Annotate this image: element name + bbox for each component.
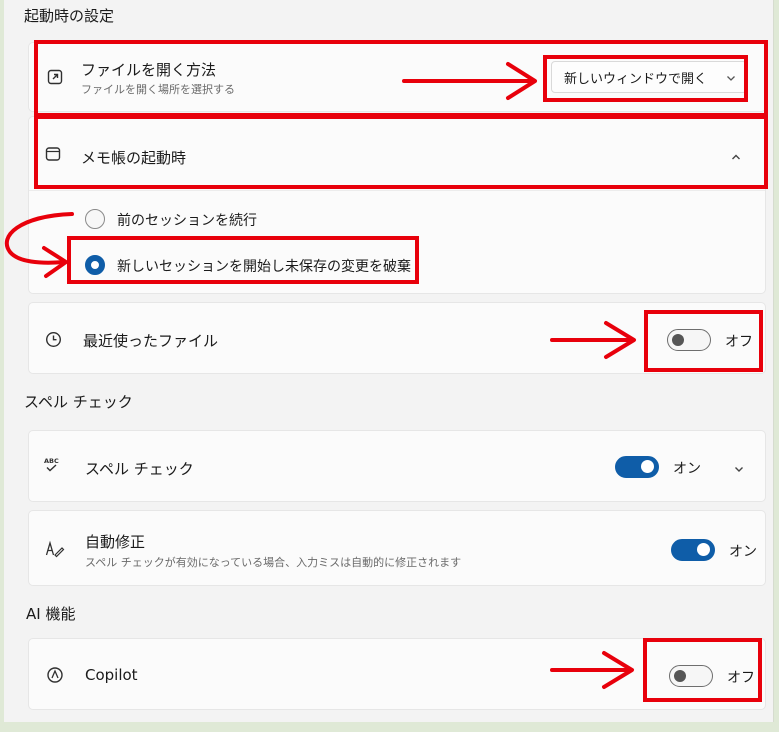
- autocorrect-toggle[interactable]: [671, 539, 715, 561]
- toggle-knob: [641, 460, 654, 473]
- autocorrect-subtitle: スペル チェックが有効になっている場合、入力ミスは自動的に修正されます: [85, 556, 462, 569]
- spell-check-state: オン: [673, 461, 701, 477]
- copilot-icon: [45, 665, 65, 685]
- radio-continue-session-label: 前のセッションを続行: [117, 213, 257, 229]
- abc-check-icon: ABC: [43, 455, 63, 475]
- annotation-box-copilot-toggle: [643, 638, 762, 702]
- annotation-box-dropdown: [543, 55, 748, 102]
- spell-check-card[interactable]: ABC スペル チェック オン: [28, 430, 766, 502]
- autocorrect-card: 自動修正 スペル チェックが有効になっている場合、入力ミスは自動的に修正されます…: [28, 510, 766, 586]
- autocorrect-state: オン: [729, 544, 757, 560]
- recent-files-title: 最近使ったファイル: [83, 332, 219, 350]
- annotation-box-recent-toggle: [644, 310, 763, 372]
- svg-text:ABC: ABC: [44, 457, 59, 465]
- clock-icon: [43, 329, 63, 349]
- section-title-startup: 起動時の設定: [24, 7, 115, 25]
- toggle-knob: [697, 543, 710, 556]
- copilot-title: Copilot: [85, 666, 138, 684]
- annotation-box-new-session: [67, 236, 419, 284]
- radio-continue-session[interactable]: [85, 209, 105, 229]
- chevron-down-icon[interactable]: [732, 461, 746, 475]
- section-title-spellcheck: スペル チェック: [24, 393, 133, 411]
- annotation-box-notepad-startup: [34, 115, 768, 189]
- spell-check-title: スペル チェック: [85, 460, 194, 478]
- pen-autocorrect-icon: [45, 539, 65, 559]
- section-title-ai: AI 機能: [26, 605, 76, 623]
- autocorrect-title: 自動修正: [85, 533, 146, 551]
- spell-check-toggle[interactable]: [615, 456, 659, 478]
- divider: [29, 190, 765, 191]
